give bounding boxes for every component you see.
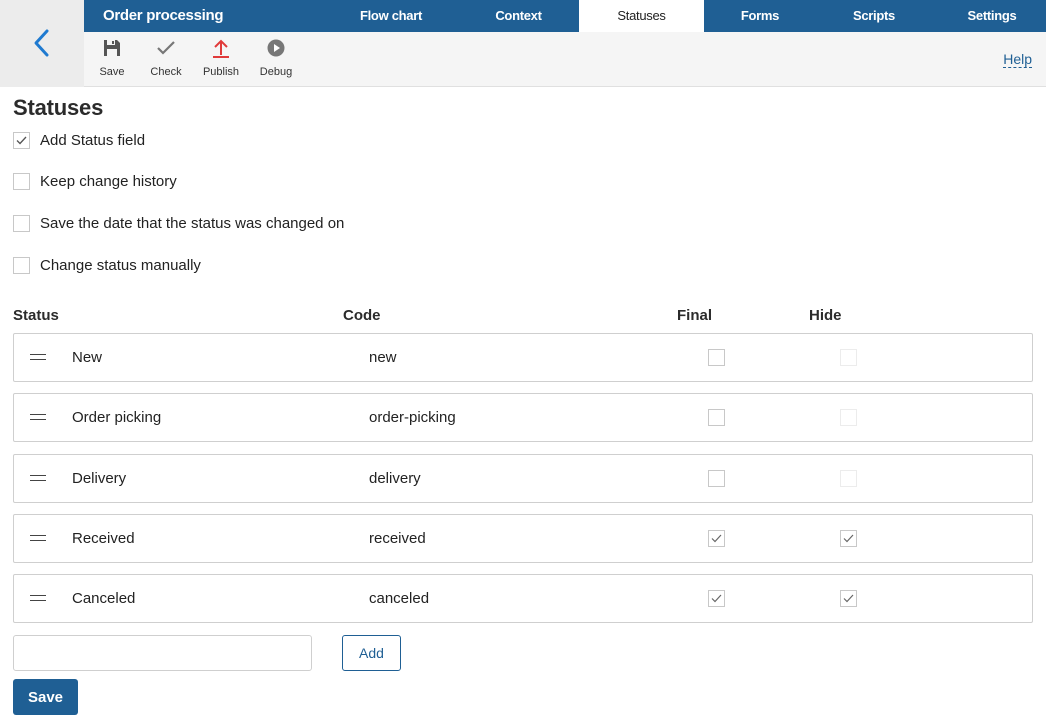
floppy-disk-icon (104, 40, 120, 56)
checkmark-icon (711, 594, 722, 603)
tab-flow-chart[interactable]: Flow chart (338, 0, 444, 32)
drag-handle-icon[interactable] (30, 595, 46, 601)
final-checkbox[interactable] (708, 530, 725, 547)
tab-settings[interactable]: Settings (940, 0, 1044, 32)
option-label: Keep change history (40, 172, 177, 190)
toolbar: Save Check Publish Debug Help (84, 32, 1046, 87)
chevron-left-icon (34, 29, 49, 56)
final-checkbox[interactable] (708, 590, 725, 607)
status-name: Canceled (72, 590, 136, 607)
status-code: order-picking (369, 409, 456, 426)
option-keep-change-history[interactable]: Keep change history (13, 172, 177, 190)
hide-checkbox[interactable] (840, 590, 857, 607)
app-title: Order processing (103, 7, 224, 24)
column-header-status: Status (13, 307, 59, 324)
status-row-new: New new (13, 333, 1033, 382)
drag-handle-icon[interactable] (30, 414, 46, 420)
publish-tool-button[interactable]: Publish (196, 37, 246, 78)
column-header-hide: Hide (809, 307, 842, 324)
drag-handle-icon[interactable] (30, 354, 46, 360)
checkmark-icon (16, 136, 27, 144)
status-row-delivery: Delivery delivery (13, 454, 1033, 503)
status-name: Received (72, 530, 135, 547)
tab-scripts[interactable]: Scripts (822, 0, 926, 32)
top-nav-bar: Order processing Flow chart Context Stat… (84, 0, 1046, 32)
option-change-status-manually[interactable]: Change status manually (13, 256, 201, 274)
status-code: delivery (369, 470, 421, 487)
check-tool-label: Check (150, 66, 182, 78)
check-tool-button[interactable]: Check (141, 37, 191, 78)
tab-statuses[interactable]: Statuses (579, 0, 704, 32)
tab-context[interactable]: Context (467, 0, 570, 32)
hide-checkbox (840, 409, 857, 426)
status-code: canceled (369, 590, 430, 607)
final-checkbox[interactable] (708, 470, 725, 487)
help-link[interactable]: Help (1003, 51, 1032, 68)
save-tool-label: Save (99, 66, 125, 78)
option-label: Change status manually (40, 256, 201, 274)
option-add-status-field[interactable]: Add Status field (13, 131, 145, 149)
checkbox[interactable] (13, 172, 30, 190)
publish-tool-label: Publish (202, 66, 240, 78)
hide-checkbox (840, 349, 857, 366)
debug-tool-button[interactable]: Debug (251, 37, 301, 78)
status-name: Order picking (72, 409, 162, 426)
debug-tool-label: Debug (259, 66, 293, 78)
final-checkbox[interactable] (708, 409, 725, 426)
hide-checkbox[interactable] (840, 530, 857, 547)
column-header-final: Final (677, 307, 713, 324)
save-tool-button[interactable]: Save (87, 37, 137, 78)
status-name: Delivery (72, 470, 127, 487)
final-checkbox[interactable] (708, 349, 725, 366)
save-button[interactable]: Save (13, 679, 78, 715)
status-row-order-picking: Order picking order-picking (13, 393, 1033, 442)
checkmark-icon (843, 594, 854, 603)
status-code: new (369, 349, 397, 366)
back-button[interactable] (0, 0, 84, 87)
checkmark-icon (711, 534, 722, 543)
upload-arrow-icon (213, 39, 229, 58)
checkbox[interactable] (13, 131, 30, 149)
checkmark-icon (157, 41, 175, 55)
tab-forms[interactable]: Forms (708, 0, 812, 32)
drag-handle-icon[interactable] (30, 475, 46, 481)
checkbox[interactable] (13, 256, 30, 274)
checkbox[interactable] (13, 214, 30, 232)
option-save-status-date[interactable]: Save the date that the status was change… (13, 214, 344, 232)
option-label: Add Status field (40, 131, 146, 149)
checkmark-icon (843, 534, 854, 543)
new-status-input[interactable] (13, 635, 312, 671)
status-name: New (72, 349, 103, 366)
status-row-canceled: Canceled canceled (13, 574, 1033, 623)
page-title: Statuses (13, 95, 104, 120)
hide-checkbox (840, 470, 857, 487)
column-header-code: Code (343, 307, 381, 324)
add-status-button[interactable]: Add (342, 635, 401, 671)
drag-handle-icon[interactable] (30, 535, 46, 541)
play-circle-icon (267, 39, 285, 57)
option-label: Save the date that the status was change… (40, 214, 345, 232)
status-row-received: Received received (13, 514, 1033, 563)
status-code: received (369, 530, 426, 547)
